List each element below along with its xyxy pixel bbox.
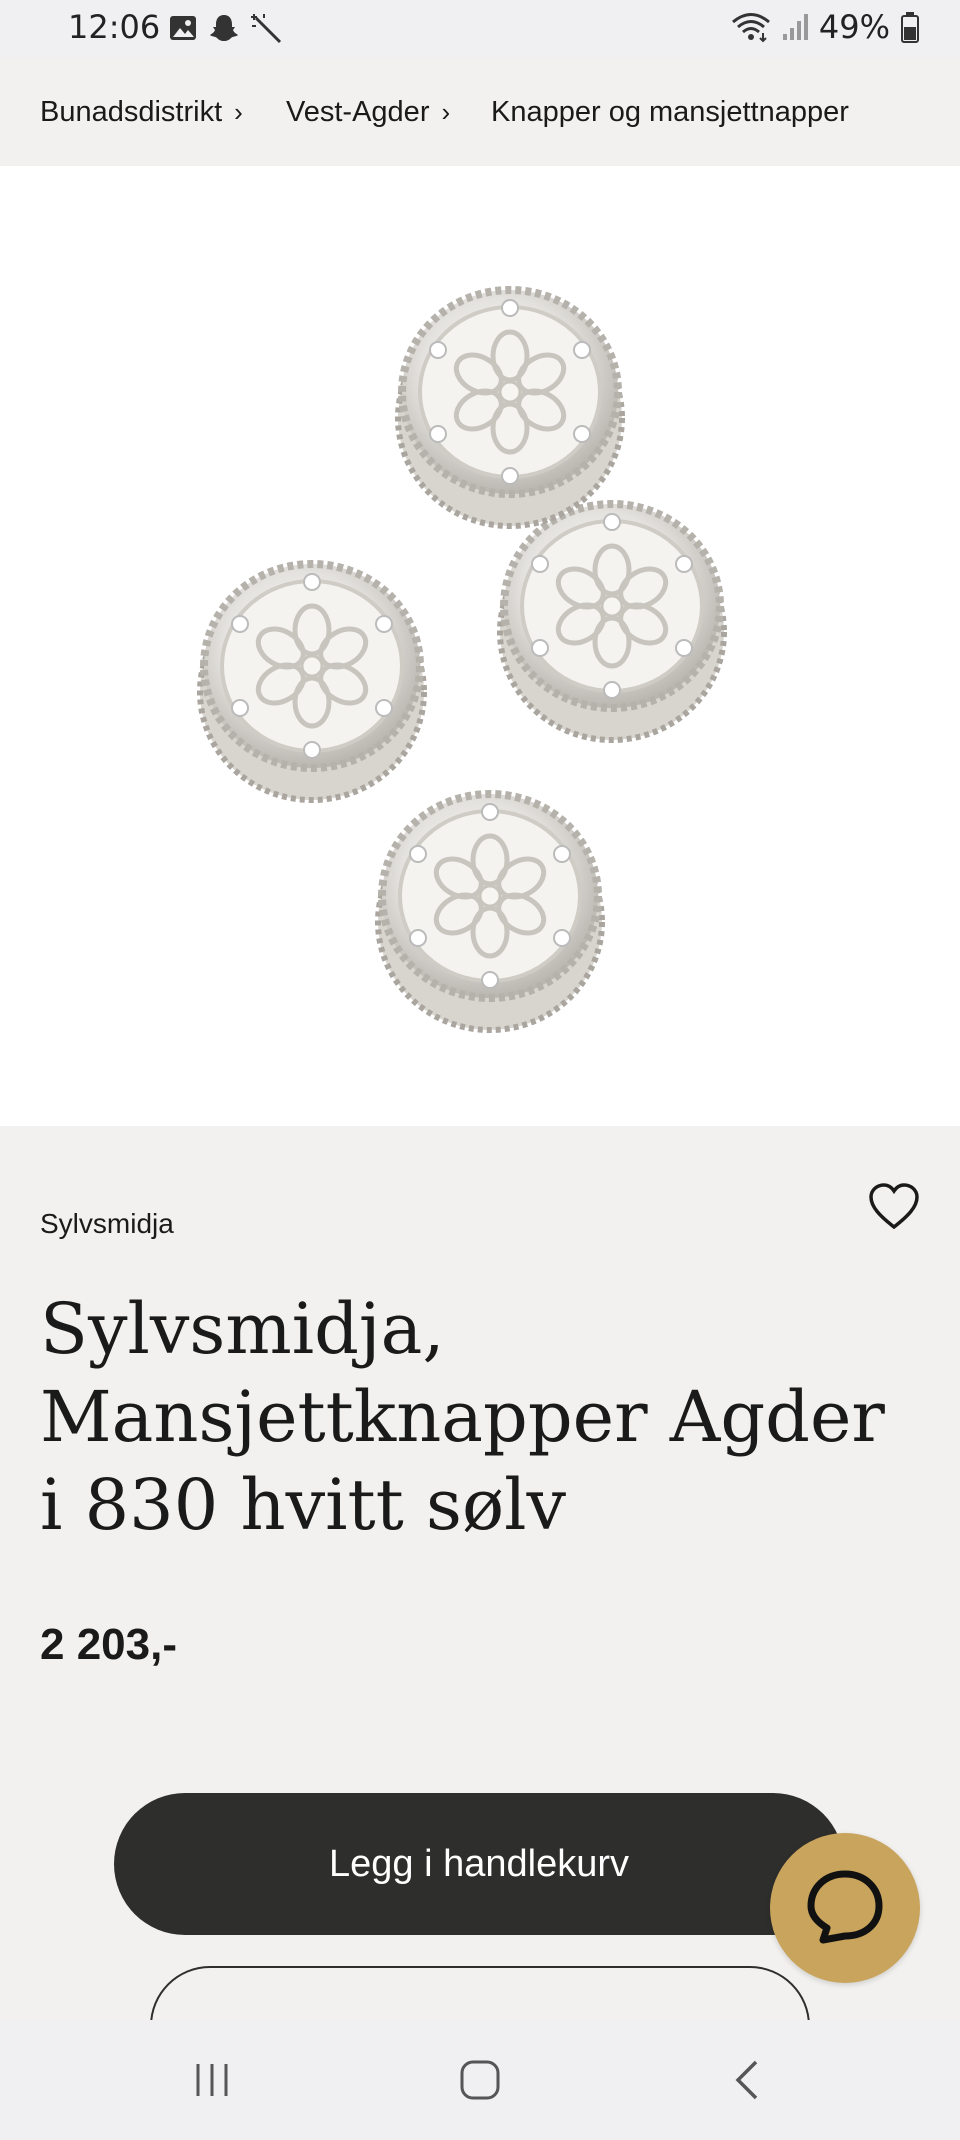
- chevron-right-icon: ›: [234, 96, 243, 127]
- notification-icons: [168, 12, 284, 44]
- chat-bubble-icon: [807, 1870, 883, 1944]
- gallery-icon: [170, 16, 196, 40]
- chevron-right-icon: ›: [441, 96, 451, 127]
- magic-wand-icon: [251, 14, 282, 44]
- breadcrumb: Bunadsdistrikt › Vest-Agder › Knapper og…: [0, 58, 960, 166]
- chat-button[interactable]: [770, 1833, 920, 1983]
- add-to-cart-button[interactable]: Legg i handlekurv: [114, 1793, 844, 1935]
- back-button[interactable]: [708, 2048, 788, 2112]
- product-price: 2 203,-: [40, 1620, 177, 1669]
- status-time: 12:06: [68, 8, 161, 46]
- breadcrumb-item-vest-agder[interactable]: Vest-Agder ›: [286, 96, 450, 129]
- wifi-icon: [731, 13, 770, 43]
- cufflinks-image: [0, 166, 960, 1126]
- back-icon: [735, 2060, 758, 2100]
- breadcrumb-item-bunadsdistrikt[interactable]: Bunadsdistrikt ›: [40, 96, 243, 129]
- breadcrumb-label: Knapper og mansjettnapper: [491, 95, 849, 128]
- recent-apps-icon: [196, 2064, 228, 2096]
- home-icon: [460, 2060, 500, 2100]
- snapchat-icon: [210, 15, 238, 41]
- home-button[interactable]: [440, 2048, 520, 2112]
- status-bar: 12:06 49%: [0, 0, 960, 58]
- breadcrumb-label: Bunadsdistrikt: [40, 95, 223, 128]
- navigation-bar: [0, 2020, 960, 2140]
- recent-apps-button[interactable]: [172, 2048, 252, 2112]
- system-icons: 49%: [731, 8, 920, 46]
- product-image[interactable]: [0, 166, 960, 1230]
- breadcrumb-label: Vest-Agder: [286, 95, 430, 128]
- battery-icon: [901, 12, 919, 43]
- battery-percent: 49%: [818, 8, 890, 46]
- brand-label[interactable]: Sylvsmidja: [40, 1208, 174, 1240]
- signal-icon: [782, 14, 808, 40]
- breadcrumb-item-knapper[interactable]: Knapper og mansjettnapper: [491, 96, 849, 129]
- product-title: Sylvsmidja, Mansjettknapper Agder i 830 …: [40, 1288, 885, 1546]
- heart-outline-icon: [869, 1183, 919, 1230]
- wishlist-button[interactable]: [866, 1179, 922, 1235]
